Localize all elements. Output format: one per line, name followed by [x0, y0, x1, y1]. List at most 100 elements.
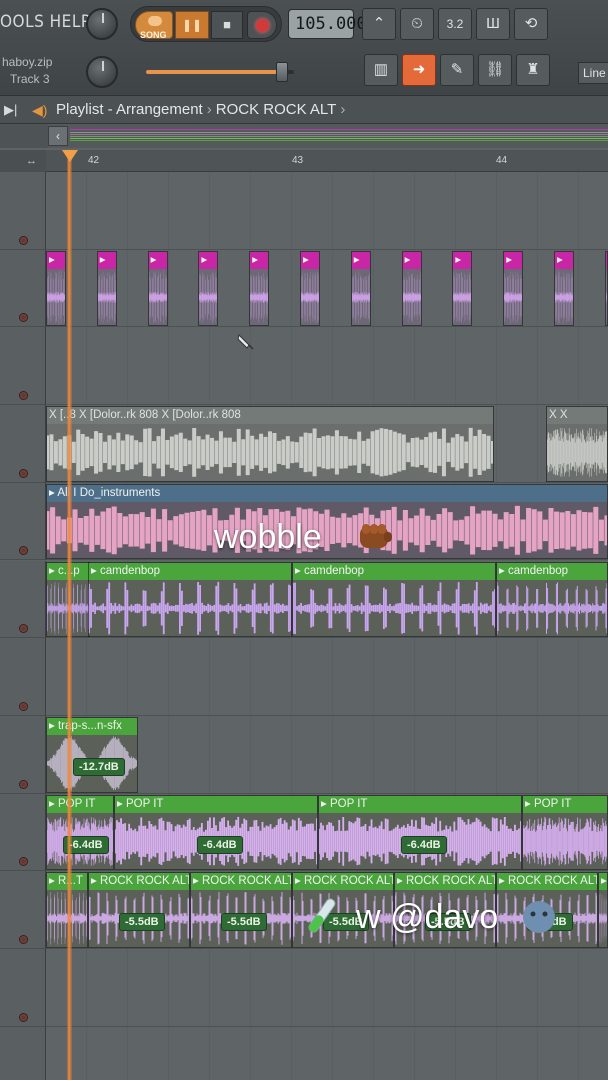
- playlist-clip[interactable]: ▸: [147, 250, 168, 327]
- playlist-clip[interactable]: ▸ trap-s...n-sfx -12.7dB: [46, 716, 138, 793]
- playlist-clip[interactable]: ▸ ROCK ROCK ALT: [598, 872, 608, 948]
- countdown-button[interactable]: 3.2: [438, 8, 472, 40]
- track-mute-led[interactable]: [19, 313, 28, 323]
- hint-track: Track 3: [10, 72, 50, 86]
- playlist-clip[interactable]: ▸ POP IT -6.4dB: [114, 794, 318, 871]
- playlist-clip[interactable]: ▸: [503, 250, 524, 327]
- step-edit-button[interactable]: Ш: [476, 8, 510, 40]
- track-header[interactable]: [0, 172, 46, 250]
- track-lane[interactable]: [46, 327, 608, 406]
- track-header[interactable]: [0, 1026, 46, 1080]
- clip-content: [148, 268, 167, 326]
- track-lane[interactable]: [46, 638, 608, 716]
- playlist-clip[interactable]: ▸ POP IT: [522, 794, 608, 871]
- playlist-clip[interactable]: ▸ POP IT -6.4dB: [318, 794, 522, 871]
- track-header[interactable]: [0, 327, 46, 406]
- clip-label: ▸ All I Do_instruments: [47, 484, 607, 502]
- playlist-clip[interactable]: ▸: [452, 250, 473, 327]
- waveform: [351, 270, 370, 324]
- track-header[interactable]: [0, 793, 46, 872]
- clip-label: ▸: [148, 251, 167, 269]
- playlist-clip[interactable]: ▸: [554, 250, 574, 327]
- clip-content: [293, 579, 495, 637]
- track-header[interactable]: [0, 949, 46, 1027]
- playlist-clip[interactable]: ▸: [46, 250, 66, 327]
- playlist-overview[interactable]: ‹: [0, 124, 608, 148]
- main-volume-slider[interactable]: [146, 70, 294, 74]
- stop-button[interactable]: ■: [211, 11, 243, 39]
- stop-icon: ■: [223, 17, 231, 32]
- track-mute-led[interactable]: [19, 779, 28, 789]
- link-tool-button[interactable]: ⛓: [478, 54, 512, 86]
- waveform: [547, 427, 607, 477]
- playlist-clip[interactable]: ▸ camdenbop: [292, 561, 496, 638]
- arrow-tool-button[interactable]: ➜: [402, 54, 436, 86]
- pattern-song-toggle[interactable]: SONG: [135, 11, 173, 40]
- time-ruler[interactable]: 42 43 44: [46, 150, 608, 172]
- playlist-clip[interactable]: X [..8 X [Dolor..rk 808 X [Dolor..rk 808: [46, 406, 494, 482]
- waveform: [97, 271, 116, 323]
- paint-tool-button[interactable]: ✎: [440, 54, 474, 86]
- piano-roll-button[interactable]: ▥: [364, 54, 398, 86]
- track-mute-led[interactable]: [19, 546, 28, 556]
- playlist-clip[interactable]: ▸: [401, 250, 422, 327]
- playlist-clip[interactable]: ▸: [249, 250, 270, 327]
- playhead-line[interactable]: [67, 150, 72, 1080]
- track-header[interactable]: [0, 249, 46, 328]
- metronome-button[interactable]: ⌃: [362, 8, 396, 40]
- playlist-clip[interactable]: ▸ ROCK ROCK ALT -5.5dB: [88, 872, 190, 948]
- track-header[interactable]: [0, 715, 46, 794]
- menu-bar-label[interactable]: OOLS HELP: [0, 12, 91, 32]
- master-volume-knob[interactable]: [86, 8, 118, 40]
- pause-button[interactable]: ❚❚: [175, 11, 209, 39]
- clip-label: ▸ ROCK ROCK ALT: [497, 873, 597, 891]
- wait-for-input-button[interactable]: ⏲: [400, 8, 434, 40]
- track-lane[interactable]: [46, 172, 608, 250]
- track-header[interactable]: [0, 405, 46, 483]
- playlist-clip[interactable]: ▸: [198, 250, 219, 327]
- clip-label: X X: [547, 407, 607, 425]
- tempo-display[interactable]: 105.000: [288, 9, 367, 39]
- fist-emoji-icon: [360, 524, 392, 548]
- track-header[interactable]: [0, 638, 46, 716]
- track-mute-led[interactable]: [19, 934, 28, 944]
- loop-record-button[interactable]: ⟲: [514, 8, 548, 40]
- track-mute-led[interactable]: [19, 624, 28, 634]
- playhead-marker[interactable]: [62, 150, 78, 162]
- clip-label: ▸: [555, 251, 573, 269]
- playlist-clip[interactable]: ▸ ROCK ROCK ALT -5.5dB: [190, 872, 292, 948]
- arrow-icon: ➜: [412, 61, 426, 78]
- track-lane[interactable]: [46, 949, 608, 1027]
- track-mute-led[interactable]: [19, 857, 28, 867]
- track-mute-led[interactable]: [19, 701, 28, 711]
- track-mute-led[interactable]: [19, 391, 28, 401]
- stamp-tool-button[interactable]: ♜: [516, 54, 550, 86]
- playlist-clip[interactable]: ▸: [350, 250, 371, 327]
- master-pitch-knob[interactable]: [86, 56, 118, 88]
- track-lane[interactable]: [46, 1026, 608, 1080]
- caption-wobble: wobble: [214, 518, 322, 556]
- playlist-clip[interactable]: ▸ camdenbop: [496, 561, 608, 638]
- playlist-clip[interactable]: ▸: [96, 250, 117, 327]
- record-button[interactable]: [247, 11, 277, 39]
- ruler-zoom-handle[interactable]: ↔: [0, 150, 46, 172]
- playlist-menu-icon[interactable]: ▶|: [4, 102, 17, 118]
- track-mute-led[interactable]: [19, 468, 28, 478]
- clip-label: ▸ ROCK ROCK ALT: [395, 873, 495, 891]
- track-header[interactable]: [0, 871, 46, 949]
- volume-slider-thumb[interactable]: [276, 62, 288, 82]
- track-mute-led[interactable]: [19, 1012, 28, 1022]
- playlist-clip[interactable]: ▸: [300, 250, 320, 327]
- speaker-icon[interactable]: ◀): [32, 102, 48, 118]
- current-pattern[interactable]: ROCK ROCK ALT: [216, 101, 337, 118]
- track-header[interactable]: [0, 482, 46, 561]
- track-lane[interactable]: [46, 249, 608, 328]
- track-mute-led[interactable]: [19, 235, 28, 245]
- scroll-left-button[interactable]: ‹: [48, 126, 68, 146]
- playlist-clip[interactable]: ▸ camdenbop: [88, 561, 292, 638]
- playlist-clip[interactable]: ▸ POP IT -6.4dB: [46, 794, 114, 871]
- snap-mode-select[interactable]: Line: [578, 62, 608, 84]
- track-header[interactable]: [0, 560, 46, 639]
- playlist-clip[interactable]: ▸ All I Do_instruments: [46, 483, 608, 560]
- playlist-clip[interactable]: X X: [546, 406, 608, 482]
